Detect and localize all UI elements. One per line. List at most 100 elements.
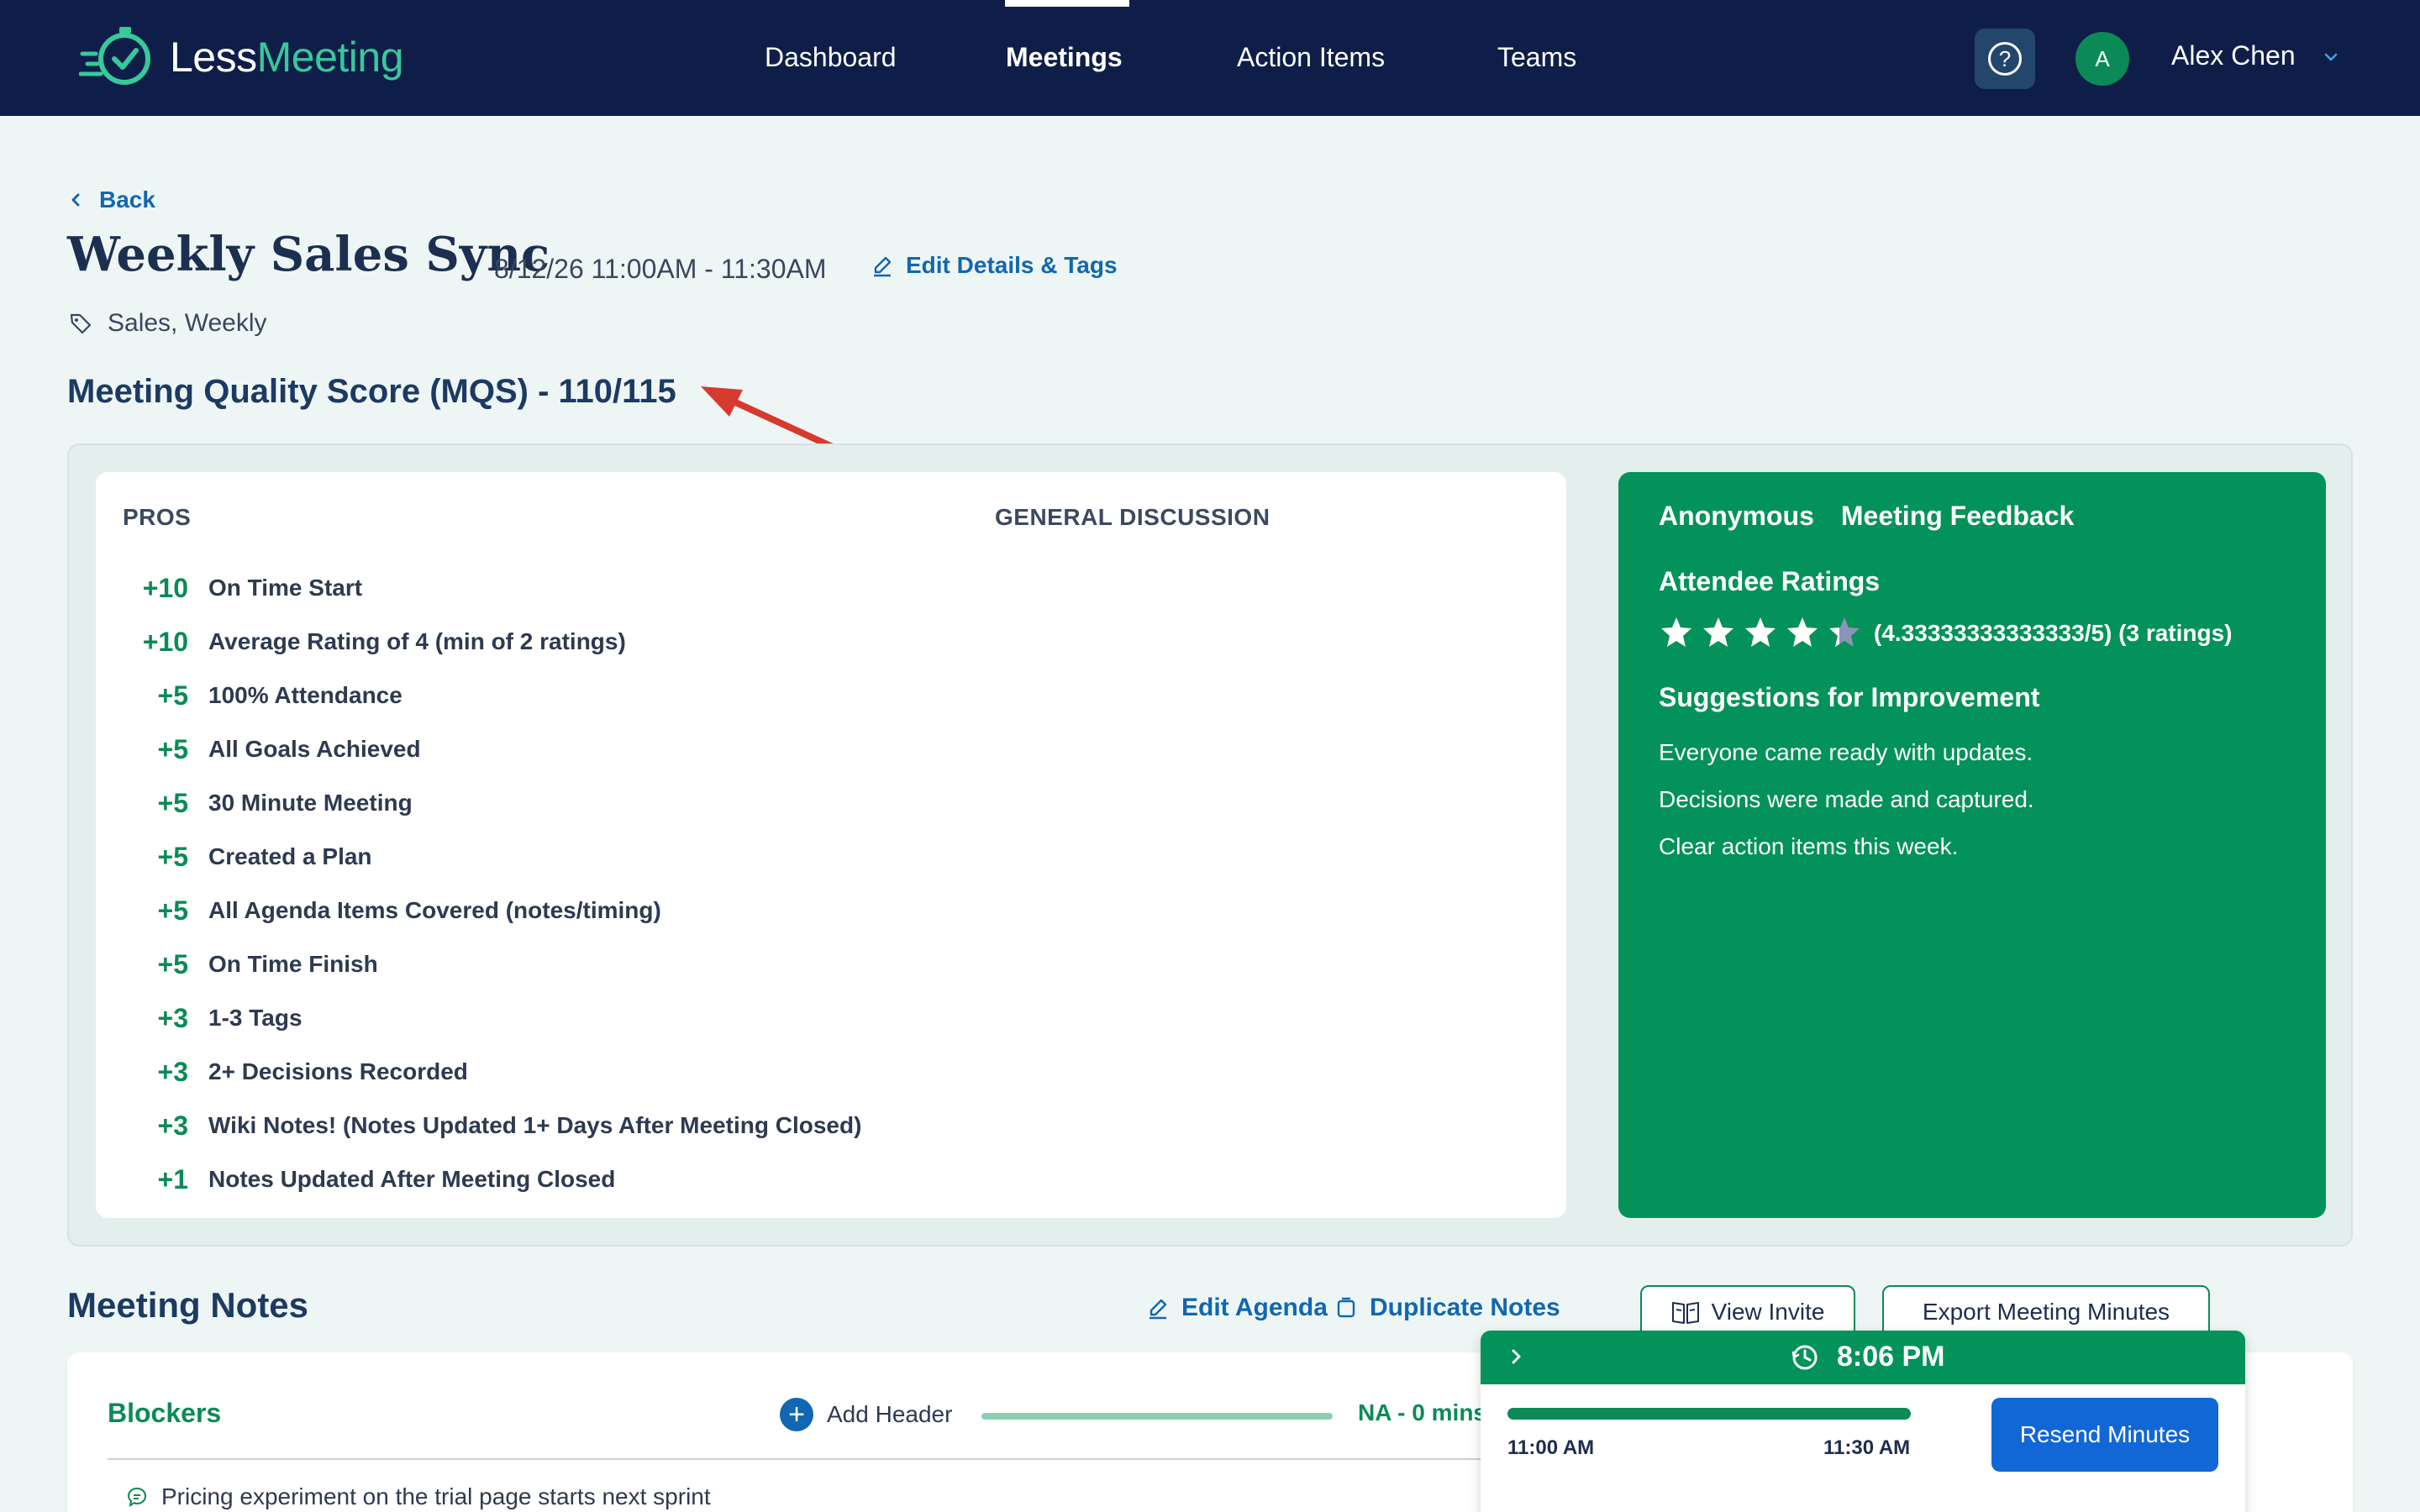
nav-dashboard[interactable]: Dashboard (765, 42, 897, 73)
comment-icon (127, 1487, 147, 1508)
pro-points: +5 (157, 680, 188, 711)
pro-item: +3 Wiki Notes! (Notes Updated 1+ Days Aft… (123, 1099, 862, 1152)
pro-label: On Time Finish (208, 951, 378, 977)
view-invite-label: View Invite (1711, 1299, 1825, 1325)
pencil-icon (1150, 1299, 1167, 1320)
pro-label: Created a Plan (208, 843, 372, 869)
section-progress-bar (981, 1413, 1333, 1420)
pro-item: +5 On Time Finish (123, 937, 861, 991)
top-nav: LessMeeting Dashboard Meetings Action It… (0, 0, 2420, 116)
resend-minutes-button[interactable]: Resend Minutes (1991, 1398, 2218, 1472)
add-header-label: Add Header (827, 1401, 953, 1427)
pro-item: +10 Average Rating of 4 (min of 2 ratings… (123, 615, 861, 669)
app-logo[interactable]: LessMeeting (79, 24, 404, 91)
edit-agenda-label: Edit Agenda (1181, 1294, 1328, 1321)
duplicate-notes-link[interactable]: Duplicate Notes (1334, 1294, 1560, 1322)
current-time: 8:06 PM (1837, 1341, 1945, 1373)
list-item[interactable]: Pricing experiment on the trial page sta… (126, 1483, 711, 1510)
meeting-notes-title: Meeting Notes (67, 1285, 309, 1325)
star-icon (1745, 617, 1776, 647)
timer-progress-bar (1507, 1408, 1911, 1420)
pro-label: Average Rating of 4 (min of 2 ratings) (208, 628, 626, 654)
star-icon (1829, 617, 1860, 647)
section-title[interactable]: Blockers (108, 1398, 221, 1429)
pros-list: +10 On Time Start +10 Average Rating of 4 … (123, 561, 862, 1206)
feedback-title-anonymous: Anonymous (1659, 501, 1814, 531)
export-minutes-label: Export Meeting Minutes (1922, 1299, 2170, 1325)
tags-text: Sales, Weekly (108, 309, 267, 337)
pro-label: Notes Updated After Meeting Closed (208, 1166, 616, 1192)
help-button[interactable]: ? (1975, 29, 2035, 89)
pro-label: Wiki Notes! (Notes Updated 1+ Days After… (208, 1112, 862, 1138)
rating-summary: (4.33333333333333/5) (3 ratings) (1874, 620, 2233, 646)
suggestion-item: Decisions were made and captured. (1659, 786, 2034, 812)
pro-item: +1 Notes Updated After Meeting Closed (123, 1152, 861, 1206)
pro-label: 100% Attendance (208, 682, 402, 708)
user-name[interactable]: Alex Chen (2171, 40, 2296, 71)
page-title: Weekly Sales Sync (67, 227, 550, 282)
meeting-timer-widget: 8:06 PM 11:00 AM 11:30 AM Resend Minutes (1481, 1331, 2245, 1512)
pros-heading: PROS (123, 504, 192, 530)
pencil-icon (874, 256, 892, 277)
section-time: NA - 0 mins (1358, 1399, 1486, 1425)
app-name: LessMeeting (170, 34, 404, 81)
plus-circle-icon: + (780, 1398, 813, 1431)
edit-details-label: Edit Details & Tags (906, 252, 1118, 278)
clock-history-icon (1791, 1345, 1818, 1370)
suggestions-heading: Suggestions for Improvement (1659, 682, 2040, 712)
pro-points: +5 (157, 895, 188, 926)
timer-end: 11:30 AM (1823, 1436, 1911, 1459)
divider (108, 1458, 1536, 1460)
copy-icon (1337, 1297, 1355, 1318)
pro-points: +5 (157, 948, 188, 979)
pro-item: +5 30 Minute Meeting (123, 776, 861, 830)
pro-points: +5 (157, 733, 188, 764)
pro-points: +3 (157, 1056, 188, 1087)
pro-label: On Time Start (208, 575, 363, 601)
chevron-left-icon (71, 193, 80, 207)
feedback-title-main: Meeting Feedback (1840, 501, 2075, 531)
chevron-right-icon[interactable] (1507, 1347, 1526, 1366)
attendee-ratings-heading: Attendee Ratings (1659, 566, 1881, 596)
pro-item: +3 2+ Decisions Recorded (123, 1045, 861, 1099)
pro-item: +10 On Time Start (123, 561, 861, 615)
mqs-panel: PROS GENERAL DISCUSSION +10 On Time Start… (67, 444, 2353, 1247)
duplicate-notes-label: Duplicate Notes (1370, 1294, 1560, 1321)
edit-details-link[interactable]: Edit Details & Tags (871, 252, 1118, 279)
timer-header: 8:06 PM (1481, 1331, 2245, 1384)
list-item-text: Pricing experiment on the trial page sta… (161, 1483, 711, 1509)
edit-agenda-link[interactable]: Edit Agenda (1146, 1294, 1328, 1322)
feedback-card: Anonymous Meeting Feedback Attendee Rati… (1618, 472, 2326, 1218)
general-discussion-heading: GENERAL DISCUSSION (995, 504, 1270, 530)
pro-item: +5 100% Attendance (123, 669, 861, 722)
pros-card: PROS GENERAL DISCUSSION +10 On Time Start… (96, 472, 1566, 1218)
nav-teams[interactable]: Teams (1497, 42, 1576, 73)
pro-label: All Agenda Items Covered (notes/timing) (208, 897, 661, 923)
nav-action-items[interactable]: Action Items (1237, 42, 1385, 73)
back-link[interactable]: Back (67, 186, 155, 213)
pro-label: All Goals Achieved (208, 736, 421, 762)
pro-label: 30 Minute Meeting (208, 790, 413, 816)
pro-points: +3 (157, 1002, 188, 1033)
meeting-datetime: 8/12/26 11:00AM - 11:30AM (494, 254, 827, 284)
pro-points: +10 (142, 572, 188, 603)
star-icon (1661, 617, 1691, 647)
tag-icon (70, 313, 92, 334)
chevron-down-icon[interactable] (2323, 49, 2339, 66)
back-label: Back (99, 186, 155, 213)
pro-points: +10 (142, 626, 188, 657)
suggestions-list: Everyone came ready with updates. Decisi… (1659, 736, 2034, 877)
nav-active-indicator (1005, 0, 1129, 7)
pro-item: +5 All Goals Achieved (123, 722, 861, 776)
avatar[interactable]: A (2075, 32, 2129, 86)
add-header-button[interactable]: + Add Header (780, 1398, 952, 1431)
pro-label: 2+ Decisions Recorded (208, 1058, 468, 1084)
pro-points: +5 (157, 787, 188, 818)
nav-meetings[interactable]: Meetings (1006, 42, 1123, 73)
book-icon (1671, 1302, 1699, 1324)
pro-points: +1 (157, 1163, 188, 1194)
meeting-tags: Sales, Weekly (69, 309, 267, 338)
pro-points: +3 (157, 1110, 188, 1141)
clock-check-icon (79, 27, 150, 85)
star-icon (1703, 617, 1733, 647)
